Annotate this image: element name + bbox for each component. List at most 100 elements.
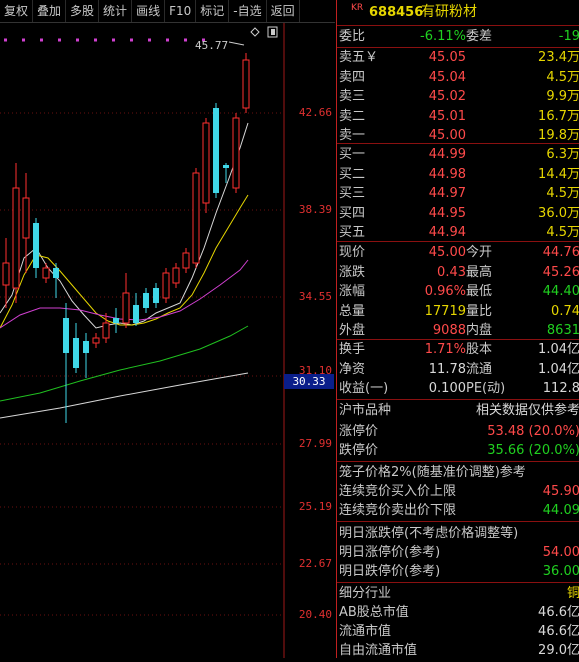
limit-up-label: 涨停价: [339, 424, 379, 439]
bid-label: 买三: [339, 186, 366, 201]
limit-up-value: 53.48 (20.0%): [487, 424, 579, 439]
price-axis-label: 34.55: [298, 290, 332, 303]
candle-body: [223, 165, 229, 168]
ask-volume: 23.4万: [538, 50, 579, 65]
bid-row: 买四 44.95 36.0万: [337, 204, 579, 223]
ask-volume: 16.7万: [538, 108, 579, 124]
toolbar-button-multi-stock[interactable]: 多股: [66, 0, 100, 22]
ask-volume: 4.5万: [546, 69, 579, 85]
toolbar-button-watchlist[interactable]: -自选: [229, 0, 267, 22]
candle-body: [143, 293, 149, 308]
cage-sell-row: 连续竞价卖出价下限 44.09: [337, 501, 579, 520]
stat-value: 44.76: [542, 245, 579, 260]
candle-body: [12, 187, 20, 289]
price-axis-label: 25.19: [298, 500, 332, 513]
bid-volume: 14.4万: [538, 166, 579, 182]
stat-value: 1.04亿: [538, 342, 579, 357]
bid-volume: 4.5万: [546, 225, 579, 240]
stat-value: 1.71%: [424, 342, 466, 357]
candlesticks-group: [2, 53, 250, 423]
stat-label: 最低: [466, 284, 493, 299]
toolbar-button-draw-line[interactable]: 画线: [132, 0, 166, 22]
stat-label: 最高: [466, 264, 493, 280]
ma120-line: [0, 372, 249, 419]
bid-price: 44.98: [428, 166, 466, 182]
candle-body: [133, 305, 139, 323]
ask-label: 卖三: [339, 89, 366, 104]
stat-label: 总量: [339, 303, 366, 319]
stat-row: 净资 11.78 流通 1.04亿: [337, 360, 579, 379]
ask-label: 卖五￥: [339, 50, 379, 65]
current-price-marker: 30.33: [284, 374, 334, 389]
weibi-row: 委比 -6.11% 委差 -19: [337, 27, 579, 46]
stat-value: 17719: [424, 303, 466, 319]
weibi-value: -6.11%: [420, 29, 466, 44]
stat-label: 现价: [339, 245, 366, 260]
tomorrow-up-label: 明日涨停价(参考): [339, 545, 441, 560]
stat-row: 涨幅 0.96% 最低 44.40: [337, 282, 579, 301]
ask-price: 45.01: [428, 108, 466, 124]
bid-price: 44.95: [428, 205, 466, 221]
cage-sell-label: 连续竞价卖出价下限: [339, 503, 457, 518]
stat-label: PE(动): [466, 381, 506, 396]
price-axis-label: 38.39: [298, 203, 332, 216]
candle-body: [63, 318, 69, 353]
stat-value: 9088: [432, 323, 466, 338]
stat-label: 外盘: [339, 323, 366, 338]
toolbar-button-f10[interactable]: F10: [165, 0, 197, 22]
price-axis-label: 22.67: [298, 557, 332, 570]
candle-body: [92, 337, 100, 344]
toolbar-button-back[interactable]: 返回: [267, 0, 300, 22]
stat-label: 今开: [466, 245, 493, 260]
stat-row: 现价 45.00 今开 44.76: [337, 243, 579, 262]
limit-up-row: 涨停价 53.48 (20.0%): [337, 422, 579, 441]
stat-row: 涨跌 0.43 最高 45.26: [337, 263, 579, 282]
toolbar-button-adjust[interactable]: 复权: [0, 0, 34, 22]
price-axis-label: 27.99: [298, 437, 332, 450]
limit-down-label: 跌停价: [339, 443, 379, 458]
candle-body: [73, 338, 79, 368]
cage-buy-row: 连续竞价买入价上限 45.90: [337, 482, 579, 501]
weicha-value: -19: [558, 29, 579, 44]
candle-body: [53, 268, 59, 278]
industry-value: 铜: [566, 586, 579, 601]
tomorrow-title: 明日涨跌停(不考虑价格调整等): [339, 526, 519, 541]
stock-header: KR 688456 有研粉材: [337, 3, 579, 23]
toolbar-button-statistics[interactable]: 统计: [99, 0, 133, 22]
industry-label: 流通市值: [339, 624, 392, 639]
market-row: 沪市品种 相关数据仅供参考: [337, 401, 579, 420]
tomorrow-title-row: 明日涨跌停(不考虑价格调整等): [337, 524, 579, 543]
stat-label: 涨跌: [339, 264, 366, 280]
stat-label: 股本: [466, 342, 493, 357]
bid-volume: 4.5万: [546, 186, 579, 201]
bid-price: 44.94: [428, 225, 466, 240]
stat-value: 1.04亿: [538, 361, 579, 377]
candle-body: [242, 59, 250, 109]
industry-value: 46.6亿: [538, 605, 579, 620]
bid-label: 买五: [339, 225, 366, 240]
candle-body: [113, 318, 119, 323]
kline-chart-area[interactable]: 45.77 42.66 38.39 34.55 31.10 27.99 25.1…: [0, 23, 335, 658]
toolbar-button-overlay[interactable]: 叠加: [33, 0, 67, 22]
chart-settings-icon[interactable]: [250, 27, 260, 37]
limit-down-row: 跌停价 35.66 (20.0%): [337, 441, 579, 460]
ask-row: 卖五￥ 45.05 23.4万: [337, 48, 579, 67]
industry-label: 细分行业: [339, 586, 392, 601]
bid-row: 买三 44.97 4.5万: [337, 184, 579, 203]
industry-value: 29.0亿: [538, 643, 579, 658]
stat-value: 0.96%: [424, 284, 466, 299]
chart-copy-icon[interactable]: [267, 26, 278, 38]
candle-body: [213, 108, 219, 193]
stat-label: 流通: [466, 361, 493, 377]
tomorrow-down-row: 明日跌停价(参考) 36.00: [337, 562, 579, 581]
stat-label: 收益(一): [339, 381, 389, 396]
stat-row: 外盘 9088 内盘 8631: [337, 321, 579, 340]
candle-body: [162, 272, 170, 299]
toolbar-button-mark[interactable]: 标记: [196, 0, 230, 22]
stat-label: 换手: [339, 342, 366, 357]
ask-label: 卖四: [339, 69, 366, 85]
high-price-annotation: 45.77: [195, 39, 229, 52]
price-axis-label: 20.40: [298, 608, 332, 621]
ask-price: 45.04: [428, 69, 466, 85]
bid-label: 买二: [339, 166, 366, 182]
